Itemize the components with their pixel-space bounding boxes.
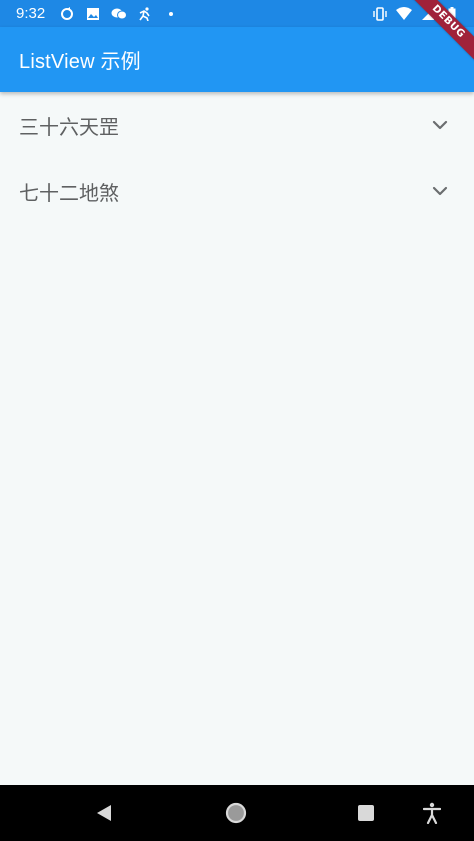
status-time: 9:32	[16, 5, 46, 22]
sync-icon	[59, 6, 75, 22]
list-item-title: 三十六天罡	[19, 114, 119, 139]
list-item-title: 七十二地煞	[19, 180, 119, 205]
list-view: 三十六天罡 七十二地煞	[0, 92, 474, 224]
chevron-down-icon[interactable]	[428, 179, 452, 203]
list-item[interactable]: 七十二地煞	[0, 158, 474, 224]
back-icon[interactable]	[84, 785, 124, 841]
chevron-down-icon[interactable]	[428, 113, 452, 137]
recents-icon[interactable]	[346, 785, 386, 841]
home-icon[interactable]	[216, 785, 256, 841]
app-bar: ListView 示例	[0, 27, 474, 92]
dot-icon	[163, 6, 179, 22]
chat-icon	[111, 6, 128, 22]
signal-icon	[420, 6, 436, 22]
image-icon	[85, 6, 101, 22]
battery-icon	[444, 6, 460, 22]
accessibility-icon[interactable]	[414, 785, 450, 841]
status-bar: 9:32	[0, 0, 474, 27]
navigation-bar	[0, 785, 474, 841]
vibrate-icon	[372, 6, 388, 22]
app-title: ListView 示例	[19, 51, 141, 73]
wifi-icon	[396, 6, 412, 22]
run-icon	[137, 6, 153, 22]
list-item[interactable]: 三十六天罡	[0, 92, 474, 158]
